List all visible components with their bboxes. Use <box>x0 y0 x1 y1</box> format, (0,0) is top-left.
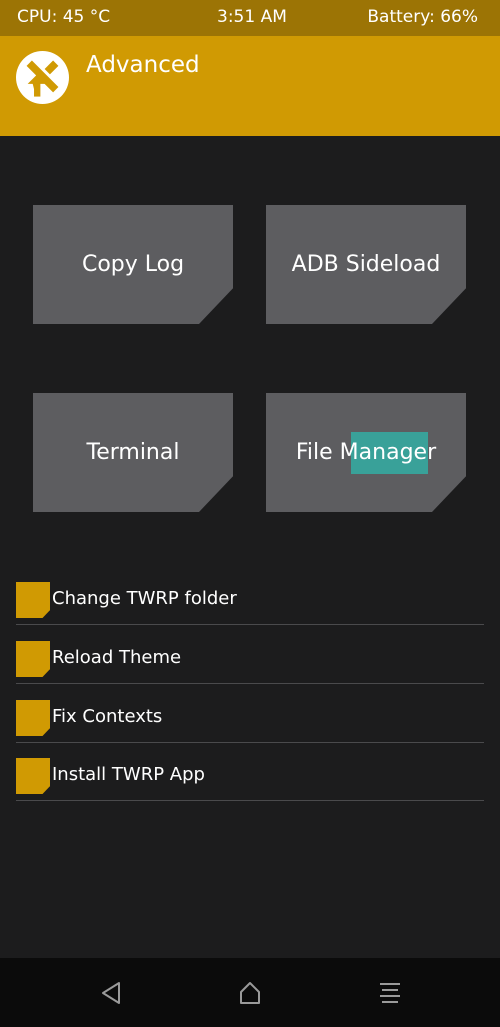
twrp-logo-icon <box>16 51 69 104</box>
terminal-button[interactable]: Terminal <box>33 393 233 512</box>
status-bar: CPU: 45 °C 3:51 AM Battery: 66% <box>0 0 500 36</box>
option-label: Fix Contexts <box>52 706 163 727</box>
back-icon[interactable] <box>97 978 127 1008</box>
checkbox[interactable] <box>16 758 50 794</box>
file-manager-button[interactable]: File Manager <box>266 393 466 512</box>
battery-level: Battery: 66% <box>367 7 478 27</box>
copy-log-button[interactable]: Copy Log <box>33 205 233 324</box>
navigation-bar <box>0 958 500 1027</box>
twrp-advanced-screen: CPU: 45 °C 3:51 AM Battery: 66% Advanced… <box>0 0 500 1027</box>
option-label: Reload Theme <box>52 647 182 668</box>
cpu-temperature: CPU: 45 °C <box>17 7 111 27</box>
page-title: Advanced <box>86 52 200 78</box>
option-label: Change TWRP folder <box>52 588 237 609</box>
copy-log-label: Copy Log <box>81 252 185 277</box>
option-reload-theme[interactable]: Reload Theme <box>16 625 484 684</box>
adb-sideload-button[interactable]: ADB Sideload <box>266 205 466 324</box>
menu-icon[interactable] <box>375 978 405 1008</box>
checkbox[interactable] <box>16 700 50 736</box>
checkbox[interactable] <box>16 641 50 677</box>
option-fix-contexts[interactable]: Fix Contexts <box>16 684 484 743</box>
option-install-twrp-app[interactable]: Install TWRP App <box>16 742 484 801</box>
adb-sideload-label: ADB Sideload <box>291 252 441 277</box>
clock: 3:51 AM <box>217 7 287 27</box>
terminal-label: Terminal <box>86 440 180 465</box>
file-manager-label: File Manager <box>295 440 437 465</box>
option-label: Install TWRP App <box>52 764 205 785</box>
header: Advanced <box>0 36 500 136</box>
home-icon[interactable] <box>235 978 265 1008</box>
checkbox[interactable] <box>16 582 50 618</box>
option-change-twrp-folder[interactable]: Change TWRP folder <box>16 566 484 625</box>
